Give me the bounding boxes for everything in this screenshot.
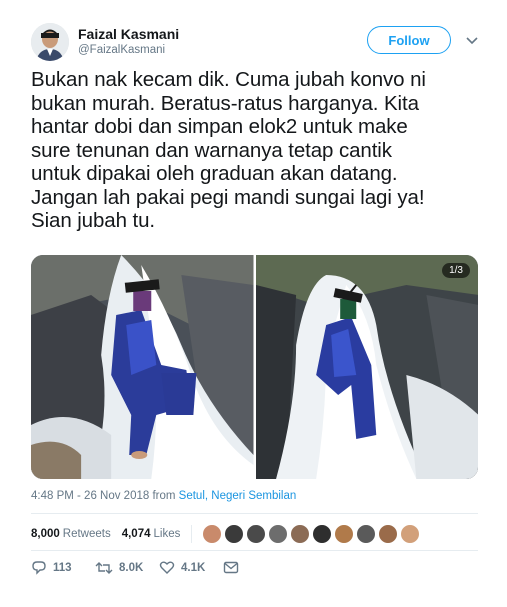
reply-button[interactable]: 113 [31, 560, 95, 575]
liker-avatar[interactable] [378, 524, 399, 544]
like-icon [159, 561, 175, 574]
like-count: 4.1K [181, 561, 206, 574]
liker-avatar[interactable] [400, 524, 421, 544]
avatar[interactable] [31, 23, 69, 61]
photo-counter: 1/3 [442, 263, 470, 278]
photo-1-image [31, 255, 254, 479]
tweet-card: Faizal Kasmani @FaizalKasmani Follow Buk… [0, 0, 507, 607]
likes-stat[interactable]: 4,074 Likes [122, 528, 181, 540]
divider [31, 513, 478, 514]
retweet-button[interactable]: 8.0K [95, 561, 159, 575]
engagement-stats: 8,000 Retweets 4,074 Likes [31, 524, 422, 544]
stats-separator [191, 525, 193, 543]
photo-2-image [255, 255, 478, 479]
direct-message-button[interactable] [223, 561, 287, 574]
liker-avatars [202, 524, 422, 544]
liker-avatar[interactable] [224, 524, 245, 544]
tweet-meta: 4:48 PM - 26 Nov 2018 from Setul, Negeri… [31, 490, 296, 502]
likes-count: 4,074 [121, 528, 151, 540]
tweet-text: Bukan nak kecam dik. Cuma jubah konvo ni… [31, 68, 426, 232]
retweets-label: Retweets [62, 528, 111, 540]
photo-1[interactable] [31, 255, 254, 479]
chevron-down-icon[interactable] [464, 34, 480, 48]
avatar-image [31, 23, 69, 61]
user-handle[interactable]: @FaizalKasmani [78, 44, 165, 56]
tweet-location[interactable]: Setul, Negeri Sembilan [179, 490, 297, 502]
liker-avatar[interactable] [268, 524, 289, 544]
liker-avatar[interactable] [356, 524, 377, 544]
liker-avatar[interactable] [312, 524, 333, 544]
follow-button[interactable]: Follow [367, 26, 451, 54]
liker-avatar[interactable] [202, 524, 223, 544]
liker-avatar[interactable] [246, 524, 267, 544]
liker-avatar[interactable] [290, 524, 311, 544]
retweets-count: 8,000 [31, 528, 60, 540]
divider [31, 550, 478, 551]
likes-label: Likes [153, 528, 181, 540]
tweet-actions: 113 8.0K 4.1K [31, 560, 287, 575]
like-button[interactable]: 4.1K [159, 560, 223, 575]
liker-avatar[interactable] [334, 524, 355, 544]
message-icon [223, 561, 239, 574]
reply-icon [32, 561, 46, 575]
reply-count: 113 [53, 561, 72, 574]
retweets-stat[interactable]: 8,000 Retweets [31, 528, 111, 540]
media-grid: 1/3 [31, 255, 478, 479]
tweet-timestamp[interactable]: 4:48 PM - 26 Nov 2018 from [31, 490, 179, 502]
photo-2[interactable]: 1/3 [255, 255, 478, 479]
retweet-count: 8.0K [119, 561, 144, 574]
retweet-icon [95, 561, 113, 574]
user-name[interactable]: Faizal Kasmani [78, 26, 179, 42]
